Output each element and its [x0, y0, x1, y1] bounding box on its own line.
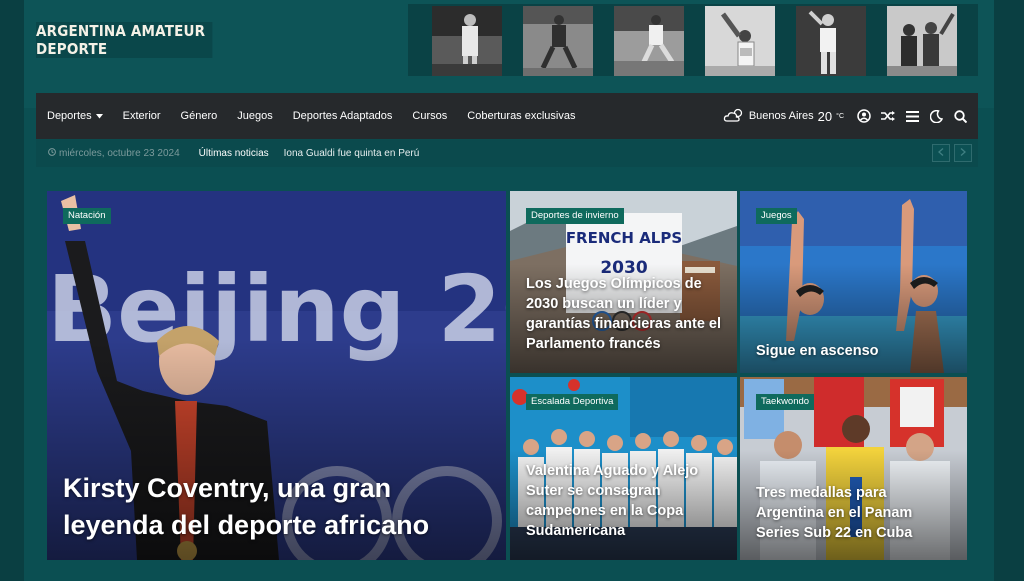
clock-icon: [48, 147, 56, 159]
nav-item-label: Deportes Adaptados: [292, 110, 393, 122]
page-edge-left: [0, 0, 24, 581]
user-icon[interactable]: [852, 104, 876, 128]
weather-temp: 20: [817, 108, 833, 124]
search-icon[interactable]: [948, 104, 972, 128]
category-badge[interactable]: Natación: [63, 208, 111, 224]
nav-item-deportes[interactable]: Deportes: [36, 93, 113, 139]
nav-item-juegos[interactable]: Juegos: [227, 93, 282, 139]
caret-down-icon: [95, 110, 103, 122]
nav-item-label: Coberturas exclusivas: [467, 110, 576, 122]
featured-card-juegos[interactable]: Juegos Sigue en ascenso: [740, 191, 967, 373]
page-edge-right: [994, 0, 1024, 581]
site-logo[interactable]: ARGENTINA AMATEUR DEPORTE: [36, 22, 213, 58]
featured-card-escalada[interactable]: Escalada Deportiva Valentina Aguado y Al…: [510, 377, 737, 560]
featured-card-taekwondo[interactable]: Taekwondo Tres medallas para Argentina e…: [740, 377, 967, 560]
article-title[interactable]: Los Juegos Olímpicos de 2030 buscan un l…: [526, 274, 723, 354]
weather-unit: °C: [836, 112, 844, 120]
ticker-date: miércoles, octubre 23 2024: [48, 148, 180, 159]
thumbnail-strip: [408, 4, 978, 76]
nav-item-genero[interactable]: Género: [171, 93, 228, 139]
article-title[interactable]: Valentina Aguado y Alejo Suter se consag…: [526, 461, 723, 541]
main-navbar: Deportes Exterior Género Juegos Deportes…: [36, 93, 978, 139]
ticker-headline[interactable]: Iona Gualdi fue quinta en Perú: [284, 148, 420, 159]
navbar-tools: Buenos Aires 20 °C: [723, 93, 978, 139]
featured-card-main[interactable]: Beijing 2008 Natación Kirsty Coventry, u…: [47, 191, 506, 560]
chevron-right-icon: [960, 147, 966, 159]
shuffle-icon[interactable]: [876, 104, 900, 128]
ticker-prev-button[interactable]: [932, 144, 950, 162]
article-title[interactable]: Tres medallas para Argentina en el Panam…: [756, 483, 953, 543]
ticker-label: Últimas noticias: [198, 147, 269, 159]
cloud-sun-icon: [723, 107, 745, 126]
nav-item-label: Cursos: [412, 110, 448, 122]
category-badge[interactable]: Escalada Deportiva: [526, 394, 619, 410]
featured-grid: Beijing 2008 Natación Kirsty Coventry, u…: [47, 191, 967, 560]
thumbnail-3[interactable]: [614, 6, 684, 76]
article-title[interactable]: Kirsty Coventry, una gran leyenda del de…: [63, 470, 490, 545]
weather-widget[interactable]: Buenos Aires 20 °C: [723, 107, 844, 126]
thumbnail-4[interactable]: [705, 6, 775, 76]
thumbnail-6[interactable]: [887, 6, 957, 76]
ticker-date-text: miércoles, octubre 23 2024: [59, 147, 180, 159]
nav-item-coberturas-exclusivas[interactable]: Coberturas exclusivas: [457, 93, 585, 139]
nav-item-cursos[interactable]: Cursos: [402, 93, 457, 139]
nav-item-label: Juegos: [237, 110, 273, 122]
sign-line-1: FRENCH ALPS: [566, 229, 682, 247]
ticker-next-button[interactable]: [954, 144, 972, 162]
weather-city: Buenos Aires: [748, 110, 814, 122]
nav-item-label: Exterior: [122, 110, 161, 122]
moon-icon[interactable]: [924, 104, 948, 128]
nav-item-label: Deportes: [47, 110, 92, 122]
category-badge[interactable]: Deportes de invierno: [526, 208, 624, 224]
nav-item-deportes-adaptados[interactable]: Deportes Adaptados: [283, 93, 403, 139]
thumbnail-1[interactable]: [432, 6, 502, 76]
category-badge[interactable]: Taekwondo: [756, 394, 815, 410]
featured-card-winter[interactable]: FRENCH ALPS 2030 Deportes de invierno Lo…: [510, 191, 737, 373]
nav-item-exterior[interactable]: Exterior: [113, 93, 171, 139]
article-title[interactable]: Sigue en ascenso: [756, 341, 953, 361]
news-ticker: miércoles, octubre 23 2024 Últimas notic…: [36, 139, 978, 167]
menu-icon[interactable]: [900, 104, 924, 128]
chevron-left-icon: [938, 147, 944, 159]
ticker-arrows: [932, 144, 972, 162]
thumbnail-5[interactable]: [796, 6, 866, 76]
thumbnail-2[interactable]: [523, 6, 593, 76]
category-badge[interactable]: Juegos: [756, 208, 797, 224]
nav-item-label: Género: [180, 110, 218, 122]
